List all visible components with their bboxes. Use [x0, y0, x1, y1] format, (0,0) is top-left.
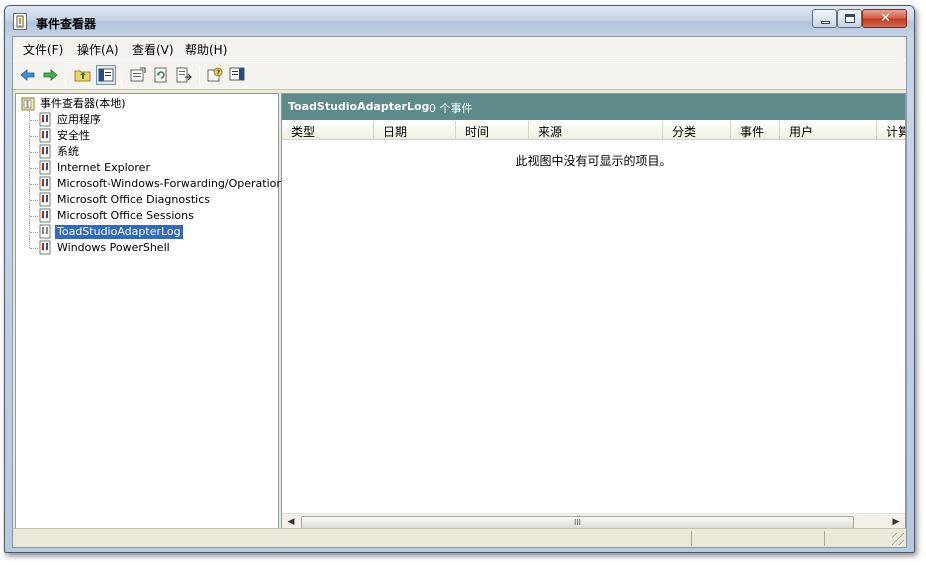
pane-header: ToadStudioAdapterLog 0 个事件	[282, 94, 905, 120]
close-icon: ✕	[880, 11, 891, 26]
toolbar-separator	[199, 66, 200, 84]
window-title: 事件查看器	[36, 17, 97, 31]
status-bar	[13, 528, 906, 547]
column-header-event[interactable]: 事件	[731, 121, 780, 140]
column-header-user[interactable]: 用户	[780, 121, 877, 140]
minimize-button[interactable]	[812, 9, 837, 28]
toolbar: ?	[13, 60, 906, 90]
column-header-category[interactable]: 分类	[663, 121, 731, 140]
refresh-icon[interactable]	[151, 65, 171, 85]
empty-list-message: 此视图中没有可显示的项目。	[515, 154, 672, 168]
tree-item-label: 系统	[57, 145, 79, 158]
event-list-pane[interactable]: ToadStudioAdapterLog 0 个事件 类型 日期 时间 来源 分…	[281, 93, 906, 531]
show-hide-tree-icon[interactable]	[96, 65, 116, 85]
column-header-source[interactable]: 来源	[529, 121, 663, 140]
log-icon	[38, 208, 52, 223]
toolbar-separator	[121, 66, 122, 84]
tree-connector	[29, 111, 30, 248]
event-viewer-window: 事件查看器 ✕ 文件(F) 操作(A) 查看(V) 帮助(H) ? 事件查看器(…	[4, 5, 915, 553]
tree-connector	[30, 184, 38, 185]
menu-action[interactable]: 操作(A)	[77, 41, 119, 58]
export-list-icon[interactable]	[174, 65, 194, 85]
tree-root-label: 事件查看器(本地)	[40, 97, 126, 110]
show-hide-action-pane-icon[interactable]	[228, 65, 248, 85]
menu-view[interactable]: 查看(V)	[132, 41, 174, 58]
log-icon	[38, 144, 52, 159]
toolbar-separator	[65, 66, 66, 84]
tree-connector	[30, 136, 38, 137]
event-count: 0 个事件	[429, 102, 473, 115]
svg-text:?: ?	[216, 69, 220, 77]
log-icon	[38, 176, 52, 191]
tree-item-label: Microsoft Office Sessions	[57, 209, 194, 222]
properties-icon[interactable]	[128, 65, 148, 85]
tree-item-label: Internet Explorer	[57, 161, 150, 174]
log-icon	[38, 112, 52, 127]
tree-item-label: 安全性	[57, 129, 90, 142]
log-icon	[38, 240, 52, 255]
forward-icon[interactable]	[40, 65, 60, 85]
menu-bar: 文件(F) 操作(A) 查看(V) 帮助(H)	[13, 37, 906, 60]
tree-connector	[30, 216, 38, 217]
column-header-type[interactable]: 类型	[282, 121, 374, 140]
column-header-time[interactable]: 时间	[456, 121, 529, 140]
resize-grip-icon[interactable]	[892, 533, 904, 545]
pane-header-title: ToadStudioAdapterLog	[288, 100, 430, 113]
tree-item-label: ToadStudioAdapterLog	[54, 224, 184, 240]
maximize-icon	[845, 14, 855, 23]
tree-connector	[30, 200, 38, 201]
tree-pane[interactable]: 事件查看器(本地) 应用程序 安全性 系统 Internet Explorer	[15, 93, 293, 531]
minimize-icon	[821, 21, 830, 24]
maximize-button[interactable]	[837, 9, 862, 28]
tree-connector	[30, 168, 38, 169]
tree-connector	[30, 120, 38, 121]
client-area: 文件(F) 操作(A) 查看(V) 帮助(H) ? 事件查看器(本地) 应用程序…	[12, 36, 907, 548]
log-icon	[38, 192, 52, 207]
help-icon[interactable]: ?	[205, 65, 225, 85]
menu-file[interactable]: 文件(F)	[23, 41, 63, 58]
tree-connector	[30, 248, 38, 249]
event-viewer-icon	[13, 13, 27, 30]
up-folder-icon[interactable]	[73, 65, 93, 85]
log-icon	[38, 128, 52, 143]
log-icon	[38, 160, 52, 175]
status-cell	[691, 531, 824, 546]
back-icon[interactable]	[18, 65, 38, 85]
close-button[interactable]: ✕	[862, 9, 907, 28]
computer-log-icon	[21, 96, 35, 111]
title-bar[interactable]: 事件查看器 ✕	[5, 6, 914, 36]
tree-item-label: Microsoft Office Diagnostics	[57, 193, 210, 206]
tree-connector	[30, 232, 38, 233]
tree-item-label: 应用程序	[57, 113, 101, 126]
menu-help[interactable]: 帮助(H)	[185, 41, 227, 58]
column-header-computer[interactable]: 计算机	[877, 121, 905, 140]
tree-connector	[30, 152, 38, 153]
tree-item-label: Windows PowerShell	[57, 241, 170, 254]
tree-item-label: Microsoft-Windows-Forwarding/Operational	[57, 177, 294, 190]
column-header-date[interactable]: 日期	[374, 121, 456, 140]
log-icon	[38, 224, 52, 239]
